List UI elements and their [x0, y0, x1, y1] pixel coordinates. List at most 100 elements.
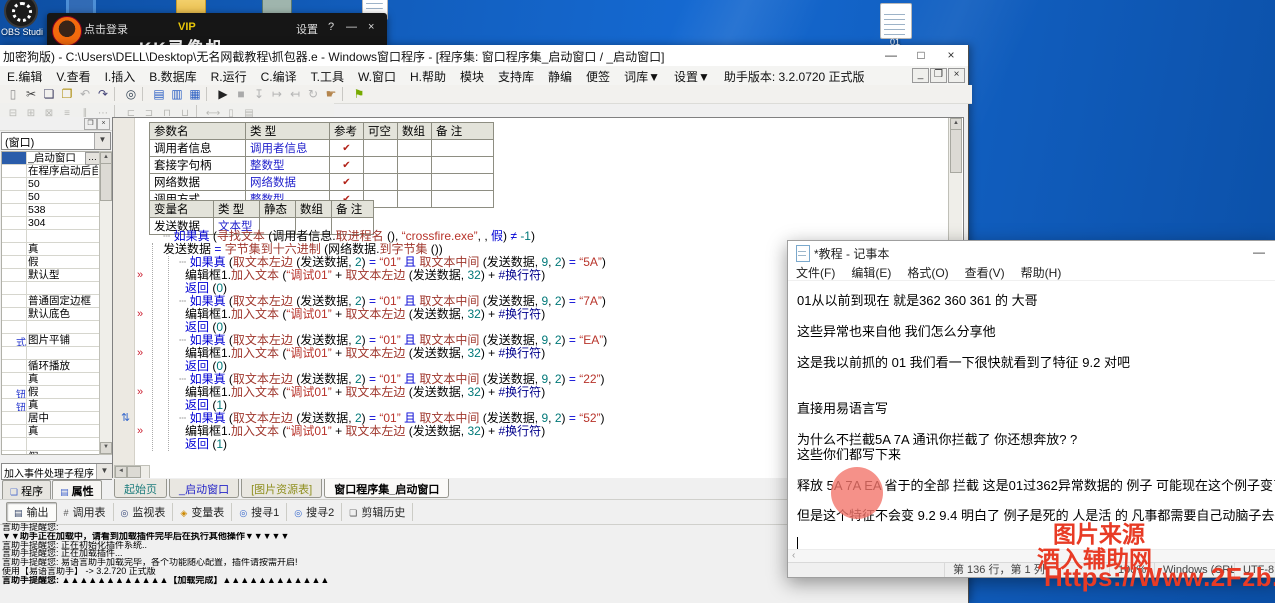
property-row[interactable] — [2, 347, 100, 360]
output-tab-监视表[interactable]: ◎监视表 — [114, 503, 174, 521]
window-selector-combo[interactable]: (窗口) ▼ — [1, 132, 111, 150]
kk-vip-button[interactable]: VIP — [178, 21, 196, 33]
toolbar-button[interactable]: ◎ — [122, 86, 140, 102]
property-value[interactable]: 假 — [28, 451, 98, 455]
property-value[interactable]: 304 — [28, 217, 98, 229]
toolbar-button[interactable]: ⚑ — [350, 86, 368, 102]
toolbar-button[interactable]: ▥ — [168, 86, 186, 102]
property-value[interactable]: 居中 — [28, 412, 98, 424]
menu-item[interactable]: W.窗口 — [351, 66, 403, 85]
ide-close-button[interactable]: × — [936, 45, 966, 65]
property-row[interactable]: 式图片平铺 — [2, 334, 100, 347]
property-value[interactable]: 普通固定边框 — [28, 295, 98, 307]
property-row[interactable]: 普通固定边框 — [2, 295, 100, 308]
editor-tab-t1[interactable]: 起始页 — [114, 479, 167, 498]
menu-item[interactable]: 模块 — [453, 66, 491, 85]
property-row[interactable] — [2, 230, 100, 243]
property-value[interactable]: 图片平铺 — [28, 334, 98, 346]
menu-item[interactable]: 词库▼ — [617, 66, 667, 85]
property-row[interactable]: 50 — [2, 191, 100, 204]
property-row[interactable]: 538 — [2, 204, 100, 217]
desktop-document-icon-01[interactable] — [880, 3, 912, 39]
kk-close-button[interactable]: × — [368, 21, 374, 33]
scroll-down-icon[interactable]: ▼ — [100, 442, 112, 454]
menu-item[interactable]: 支持库 — [491, 66, 541, 85]
toolbar-button[interactable]: ■ — [232, 86, 250, 102]
toolbar-button[interactable]: ❏ — [40, 86, 58, 102]
toolbar-button[interactable]: ☛ — [322, 86, 340, 102]
property-row[interactable] — [2, 321, 100, 334]
menu-item[interactable]: 便签 — [579, 66, 617, 85]
editor-tab-t4[interactable]: 窗口程序集_启动窗口 — [324, 479, 449, 498]
panel-tab-程序[interactable]: ❏程序 — [2, 480, 51, 499]
panel-close-icon[interactable]: × — [97, 118, 110, 130]
notepad-menu-item[interactable]: 帮助(H) — [1013, 263, 1070, 281]
notepad-hscrollbar[interactable]: ‹ — [788, 549, 1275, 563]
property-row[interactable]: 50 — [2, 178, 100, 191]
panel-tab-属性[interactable]: ▤属性 — [52, 480, 102, 499]
mdi-button[interactable]: _ — [912, 68, 929, 83]
scrollbar-thumb[interactable] — [100, 163, 112, 201]
output-tab-搜寻1[interactable]: ◎搜寻1 — [232, 503, 287, 521]
output-tab-剪辑历史[interactable]: ❏剪辑历史 — [342, 503, 413, 521]
kk-settings-button[interactable]: 设置 — [296, 21, 318, 37]
toolbar-button[interactable]: ↤ — [286, 86, 304, 102]
property-value[interactable]: 假 — [28, 386, 98, 398]
property-value[interactable]: 真 — [28, 399, 98, 411]
toolbar-button[interactable]: ↻ — [304, 86, 322, 102]
toolbar-button[interactable]: ▦ — [186, 86, 204, 102]
property-value[interactable]: 真 — [28, 373, 98, 385]
notepad-menu-item[interactable]: 文件(F) — [788, 263, 843, 281]
property-row[interactable]: 钮假 — [2, 386, 100, 399]
property-row[interactable]: 304 — [2, 217, 100, 230]
property-value[interactable]: 50 — [28, 191, 98, 203]
menu-item[interactable]: R.运行 — [204, 66, 254, 85]
property-value[interactable]: 循环播放 — [28, 360, 98, 372]
toolbar-button[interactable]: ▶ — [214, 86, 232, 102]
output-tab-输出[interactable]: ▤输出 — [6, 502, 57, 522]
toolbar-button[interactable]: ❐ — [58, 86, 76, 102]
menu-item[interactable]: T.工具 — [304, 66, 351, 85]
ellipsis-button[interactable]: … — [85, 152, 100, 165]
menu-item[interactable]: C.编译 — [254, 66, 304, 85]
property-value[interactable]: 真 — [28, 243, 98, 255]
ide-maximize-button[interactable]: □ — [906, 45, 936, 65]
mdi-button[interactable]: × — [948, 68, 965, 83]
scrollbar-thumb[interactable] — [950, 129, 962, 173]
property-grid-scrollbar[interactable]: ▲ ▼ — [99, 151, 113, 455]
notepad-menu-item[interactable]: 编辑(E) — [843, 263, 899, 281]
property-row[interactable]: 在程序启动后自动 — [2, 165, 100, 178]
property-row[interactable]: 钮真 — [2, 399, 100, 412]
property-row[interactable] — [2, 282, 100, 295]
property-row[interactable]: 假 — [2, 256, 100, 269]
menu-item[interactable]: E.编辑 — [0, 66, 49, 85]
property-row[interactable]: 居中 — [2, 412, 100, 425]
panel-restore-icon[interactable]: ❐ — [84, 118, 97, 130]
property-row[interactable]: 默认底色 — [2, 308, 100, 321]
property-value[interactable]: 真 — [28, 425, 98, 437]
toolbar-button[interactable]: ▯ — [4, 86, 22, 102]
notepad-minimize-button[interactable]: — — [1243, 243, 1275, 261]
parameter-table[interactable]: 参数名类 型参考可空数组备 注调用者信息调用者信息✔套接字句柄整数型✔网络数据网… — [149, 122, 494, 208]
code-hscrollbar[interactable]: ◄ — [114, 465, 150, 479]
property-value[interactable]: 538 — [28, 204, 98, 216]
kk-login-button[interactable]: 点击登录 — [84, 21, 128, 37]
toolbar-button[interactable]: ↦ — [268, 86, 286, 102]
chevron-down-icon[interactable]: ▼ — [94, 133, 110, 149]
property-row[interactable]: 真 — [2, 243, 100, 256]
property-value[interactable]: 默认型 — [28, 269, 98, 281]
ide-minimize-button[interactable]: — — [876, 45, 906, 65]
menu-item[interactable]: H.帮助 — [403, 66, 453, 85]
notepad-menu-item[interactable]: 查看(V) — [957, 263, 1013, 281]
property-value[interactable]: 默认底色 — [28, 308, 98, 320]
menu-item[interactable]: V.查看 — [49, 66, 97, 85]
mdi-button[interactable]: ❐ — [930, 68, 947, 83]
output-tab-调用表[interactable]: #调用表 — [57, 503, 114, 521]
property-grid[interactable]: _启动窗口…在程序启动后自动5050538304真假默认型普通固定边框默认底色式… — [1, 151, 101, 455]
property-row[interactable]: 真 — [2, 373, 100, 386]
notepad-menu-item[interactable]: 格式(O) — [899, 263, 956, 281]
menu-item[interactable]: B.数据库 — [142, 66, 203, 85]
property-row[interactable]: 真 — [2, 425, 100, 438]
scroll-left-icon[interactable]: ◄ — [115, 466, 127, 478]
toolbar-button[interactable]: ↶ — [76, 86, 94, 102]
